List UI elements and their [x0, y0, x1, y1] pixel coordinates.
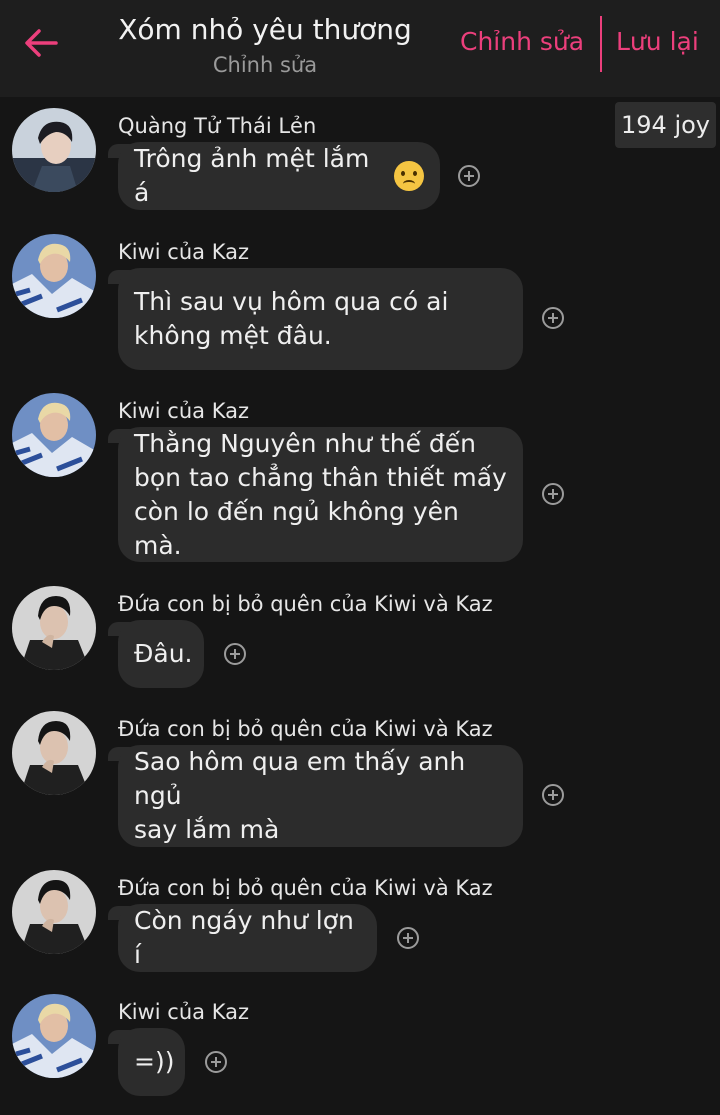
message-item: Đứa con bị bỏ quên của Kiwi và Kaz Đâu. — [0, 584, 720, 694]
message-bubble[interactable]: Thì sau vụ hôm qua có ai không mệt đâu. — [118, 268, 523, 370]
edit-button[interactable]: Chỉnh sửa — [460, 27, 584, 56]
avatar[interactable] — [12, 994, 96, 1078]
title-block: Xóm nhỏ yêu thương Chỉnh sửa — [100, 10, 430, 80]
message-text: Trông ảnh mệt lắm á — [134, 144, 370, 207]
message-item: Kiwi của Kaz Thằng Nguyên như thế đến bọ… — [0, 391, 720, 571]
back-arrow-icon — [25, 29, 58, 57]
message-item: Kiwi của Kaz Thì sau vụ hôm qua có ai kh… — [0, 232, 720, 377]
message-bubble[interactable]: Thằng Nguyên như thế đến bọn tao chẳng t… — [118, 427, 523, 562]
add-reaction-button[interactable] — [397, 927, 419, 949]
sender-name: Kiwi của Kaz — [118, 240, 249, 264]
sender-name: Kiwi của Kaz — [118, 399, 249, 423]
sender-name: Đứa con bị bỏ quên của Kiwi và Kaz — [118, 876, 493, 900]
avatar-dark-suit-icon — [12, 870, 96, 954]
message-item: Kiwi của Kaz =)) — [0, 992, 720, 1107]
header-divider — [600, 16, 602, 72]
add-reaction-button[interactable] — [542, 784, 564, 806]
message-bubble[interactable]: Còn ngáy như lợn í — [118, 904, 377, 972]
avatar-dark-hair-icon — [12, 108, 96, 192]
chat-subtitle: Chỉnh sửa — [212, 53, 318, 77]
avatar-blond-hair-icon — [12, 393, 96, 477]
avatar[interactable] — [12, 393, 96, 477]
avatar[interactable] — [12, 711, 96, 795]
add-reaction-button[interactable] — [224, 643, 246, 665]
avatar[interactable] — [12, 234, 96, 318]
chat-title: Xóm nhỏ yêu thương — [118, 13, 412, 46]
message-bubble[interactable]: =)) — [118, 1028, 185, 1096]
message-bubble[interactable]: Đâu. — [118, 620, 204, 688]
sender-name: Đứa con bị bỏ quên của Kiwi và Kaz — [118, 592, 493, 616]
add-reaction-button[interactable] — [205, 1051, 227, 1073]
sender-name: Kiwi của Kaz — [118, 1000, 249, 1024]
add-reaction-button[interactable] — [458, 165, 480, 187]
top-bar: Xóm nhỏ yêu thương Chỉnh sửa Chỉnh sửa L… — [0, 0, 720, 97]
avatar[interactable] — [12, 870, 96, 954]
sender-name: Quàng Tử Thái Lẻn — [118, 114, 317, 138]
message-item: Quàng Tử Thái Lẻn Trông ảnh mệt lắm á — [0, 106, 720, 216]
avatar[interactable] — [12, 586, 96, 670]
avatar-dark-suit-icon — [12, 711, 96, 795]
avatar-blond-hair-icon — [12, 234, 96, 318]
avatar[interactable] — [12, 108, 96, 192]
back-button[interactable] — [20, 22, 62, 64]
sender-name: Đứa con bị bỏ quên của Kiwi và Kaz — [118, 717, 493, 741]
add-reaction-button[interactable] — [542, 483, 564, 505]
avatar-blond-hair-icon — [12, 994, 96, 1078]
save-button[interactable]: Lưu lại — [616, 27, 699, 56]
sad-emoji-icon — [394, 161, 424, 191]
message-item: Đứa con bị bỏ quên của Kiwi và Kaz Sao h… — [0, 709, 720, 854]
message-bubble[interactable]: Sao hôm qua em thấy anh ngủ say lắm mà — [118, 745, 523, 847]
message-bubble[interactable]: Trông ảnh mệt lắm á — [118, 142, 440, 210]
add-reaction-button[interactable] — [542, 307, 564, 329]
avatar-dark-suit-icon — [12, 586, 96, 670]
message-item: Đứa con bị bỏ quên của Kiwi và Kaz Còn n… — [0, 868, 720, 978]
